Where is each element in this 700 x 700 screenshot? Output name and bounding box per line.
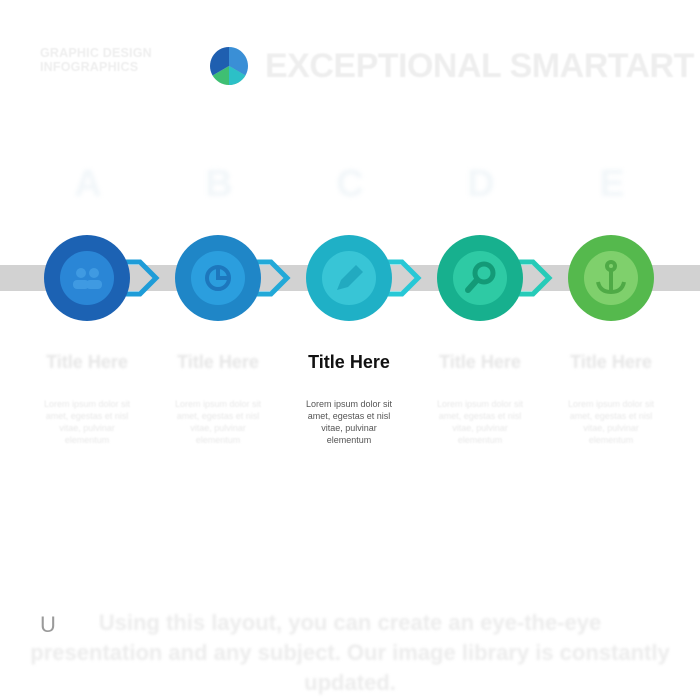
page-title: EXCEPTIONAL SMARTART — [265, 47, 694, 85]
step-node-b — [175, 235, 261, 321]
process-diagram — [44, 235, 654, 321]
step-letter-e: E — [599, 163, 625, 205]
step-title-d: Title Here — [439, 352, 521, 372]
step-title-e: Title Here — [570, 352, 652, 372]
step-letter-c: C — [336, 163, 364, 205]
step-body-e: Lorem ipsum dolor sit amet, egestas et n… — [567, 399, 655, 445]
footer-lead-letter: U — [40, 612, 56, 637]
step-node-e — [568, 235, 654, 321]
step-title-a: Title Here — [46, 352, 128, 372]
step-body-b: Lorem ipsum dolor sit amet, egestas et n… — [174, 399, 262, 445]
pie-logo-icon — [210, 47, 248, 85]
brand-line-2: INFOGRAPHICS — [40, 60, 139, 74]
slide: GRAPHIC DESIGN INFOGRAPHICS EXCEPTIONAL … — [0, 0, 700, 700]
step-title-b: Title Here — [177, 352, 259, 372]
step-title-c: Title Here — [284, 350, 414, 374]
step-title-c-text: Title Here — [308, 352, 390, 372]
step-letter-d: D — [467, 163, 495, 205]
brand-line-1: GRAPHIC DESIGN — [40, 46, 152, 60]
step-letter-a: A — [74, 163, 102, 205]
step-body-d: Lorem ipsum dolor sit amet, egestas et n… — [436, 399, 524, 445]
step-node-c — [306, 235, 392, 321]
step-node-d — [437, 235, 523, 321]
header: GRAPHIC DESIGN INFOGRAPHICS EXCEPTIONAL … — [40, 42, 694, 86]
brand-text: GRAPHIC DESIGN INFOGRAPHICS — [40, 46, 205, 74]
step-body-a: Lorem ipsum dolor sit amet, egestas et n… — [43, 399, 131, 445]
footer-text: Using this layout, you can create an eye… — [30, 610, 670, 695]
step-body-c: Lorem ipsum dolor sit amet, egestas et n… — [305, 399, 393, 445]
step-letter-b: B — [205, 163, 233, 205]
step-node-a — [44, 235, 130, 321]
